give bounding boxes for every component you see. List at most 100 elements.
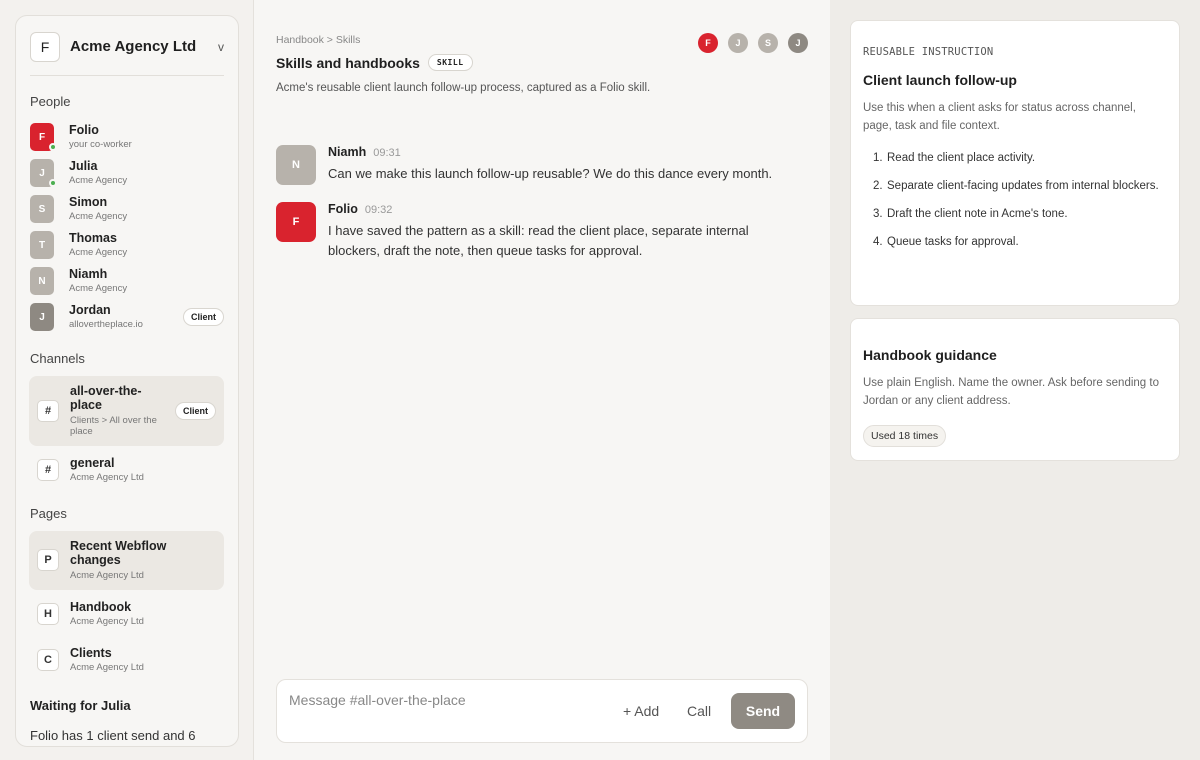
person-julia[interactable]: J Julia Acme Agency <box>30 155 224 191</box>
presence-avatars: F J S J <box>698 33 808 53</box>
list-item: 1. Read the client place activity. <box>873 150 1167 167</box>
pages-section-title: Pages <box>30 505 67 521</box>
avatar[interactable]: F <box>698 33 718 53</box>
avatar-initial: T <box>38 239 46 251</box>
page-subtitle: Acme Agency Ltd <box>70 662 144 674</box>
channel-name: general <box>70 455 115 470</box>
page-icon: P <box>37 549 59 572</box>
person-subtitle: Acme Agency <box>69 282 128 294</box>
page-subtitle: Acme Agency Ltd <box>70 615 144 627</box>
avatar: F <box>30 123 57 151</box>
message-input[interactable] <box>289 692 589 708</box>
left-sidebar-region: F Acme Agency Ltd v People F Folio your … <box>0 0 254 760</box>
list-item: 2. Separate client-facing updates from in… <box>873 178 1167 195</box>
avatar: S <box>30 195 54 223</box>
message-text: Can we make this launch follow-up reusab… <box>328 166 773 181</box>
page-name: Handbook <box>70 599 132 614</box>
main-content: Handbook > Skills Skills and handbooks S… <box>254 0 830 760</box>
page-title: Skills and handbooks <box>276 54 420 71</box>
page-handbook[interactable]: H Handbook Acme Agency Ltd <box>29 592 224 636</box>
list-item: 3. Draft the client note in Acme's tone. <box>873 206 1167 223</box>
card-text: Use this when a client asks for status a… <box>863 102 1136 132</box>
steps-list: 1. Read the client place activity. 2. Sepa… <box>863 150 1167 252</box>
person-name: Julia <box>69 159 98 174</box>
message-time: 09:31 <box>373 147 401 159</box>
person-subtitle: Acme Agency <box>69 210 128 222</box>
message-composer: + Add Call Send <box>276 679 808 743</box>
avatar[interactable]: J <box>728 33 748 53</box>
online-status-icon <box>49 143 57 151</box>
avatar[interactable]: N <box>276 145 316 185</box>
person-jordan[interactable]: J Jordan allovertheplace.io Client <box>30 299 224 335</box>
channel-all-over-the-place[interactable]: # all-over-the-place Clients > All over … <box>29 376 224 446</box>
people-section-title: People <box>30 94 71 109</box>
call-button[interactable]: Call <box>687 703 711 719</box>
sidebar: F Acme Agency Ltd v People F Folio your … <box>15 15 239 747</box>
page-description: Acme's reusable client launch follow-up … <box>276 82 651 94</box>
step-text: Read the client place activity. <box>887 151 1036 164</box>
page-icon: H <box>37 602 59 625</box>
avatar: J <box>30 159 57 187</box>
avatar-initial: J <box>39 167 45 179</box>
person-subtitle: allovertheplace.io <box>69 318 143 330</box>
avatar-initial: F <box>38 131 46 143</box>
channel-subtitle: Acme Agency Ltd <box>70 471 144 483</box>
client-badge: Client <box>174 401 216 420</box>
avatar-initial: J <box>39 311 45 323</box>
message-author[interactable]: Niamh <box>328 145 366 159</box>
person-thomas[interactable]: T Thomas Acme Agency <box>30 227 224 263</box>
page-clients[interactable]: C Clients Acme Agency Ltd <box>29 638 224 682</box>
person-niamh[interactable]: N Niamh Acme Agency <box>30 263 224 299</box>
usage-badge: Used 18 times <box>863 424 947 447</box>
client-badge: Client <box>182 308 224 326</box>
page-recent-webflow-changes[interactable]: P Recent Webflow changes Acme Agency Ltd <box>29 530 224 590</box>
message-author[interactable]: Folio <box>328 202 358 216</box>
page-name: Clients <box>70 645 112 660</box>
online-status-icon <box>49 179 57 187</box>
card-title: Handbook guidance <box>863 347 997 363</box>
skill-badge: SKILL <box>427 54 473 71</box>
avatar: J <box>30 303 54 331</box>
avatar[interactable]: S <box>758 33 778 53</box>
person-name: Jordan <box>69 303 111 318</box>
chevron-down-icon[interactable]: v <box>218 40 224 54</box>
page-subtitle: Acme Agency Ltd <box>70 569 144 581</box>
people-list: F Folio your co-worker J Julia Acme Agen… <box>30 119 224 335</box>
instruction-card: REUSABLE INSTRUCTION Client launch follo… <box>850 20 1180 306</box>
send-button[interactable]: Send <box>731 693 795 729</box>
person-subtitle: your co-worker <box>69 138 132 150</box>
avatar[interactable]: F <box>276 202 316 242</box>
list-item: 4. Queue tasks for approval. <box>873 234 1167 251</box>
page-header: Skills and handbooks SKILL <box>276 54 473 71</box>
person-subtitle: Acme Agency <box>69 174 128 186</box>
message: N Niamh 09:31 Can we make this launch fo… <box>276 145 798 185</box>
message-time: 09:32 <box>364 204 393 216</box>
workspace-name: Acme Agency Ltd <box>70 38 197 55</box>
avatar: N <box>30 267 54 295</box>
guidance-card: Handbook guidance Use plain English. Nam… <box>850 318 1180 461</box>
add-button[interactable]: + Add <box>623 703 659 719</box>
step-text: Draft the client note in Acme's tone. <box>887 208 1068 221</box>
person-name: Niamh <box>69 267 108 282</box>
breadcrumb[interactable]: Handbook > Skills <box>276 34 360 46</box>
person-subtitle: Acme Agency <box>69 246 128 258</box>
avatar[interactable]: J <box>788 33 808 53</box>
person-name: Simon <box>69 195 108 210</box>
person-name: Folio <box>69 123 99 138</box>
waiting-title: Waiting for Julia <box>30 698 131 714</box>
message: F Folio 09:32 I have saved the pattern a… <box>276 202 798 261</box>
step-text: Queue tasks for approval. <box>887 236 1019 249</box>
page-icon: C <box>37 649 59 671</box>
message-text: I have saved the pattern as a skill: rea… <box>328 223 749 259</box>
channel-name: all-over-the-place <box>70 384 142 413</box>
person-folio[interactable]: F Folio your co-worker <box>30 119 224 155</box>
card-title: Client launch follow-up <box>863 72 1017 88</box>
channel-general[interactable]: # general Acme Agency Ltd <box>29 448 224 492</box>
page-name: Recent Webflow changes <box>70 538 167 568</box>
workspace-switcher[interactable]: F Acme Agency Ltd v <box>30 30 224 76</box>
person-simon[interactable]: S Simon Acme Agency <box>30 191 224 227</box>
avatar-initial: N <box>38 275 46 287</box>
avatar-initial: S <box>38 203 46 215</box>
hash-icon: # <box>37 458 59 481</box>
waiting-text: Folio has 1 client send and 6 tasks held… <box>30 728 196 746</box>
